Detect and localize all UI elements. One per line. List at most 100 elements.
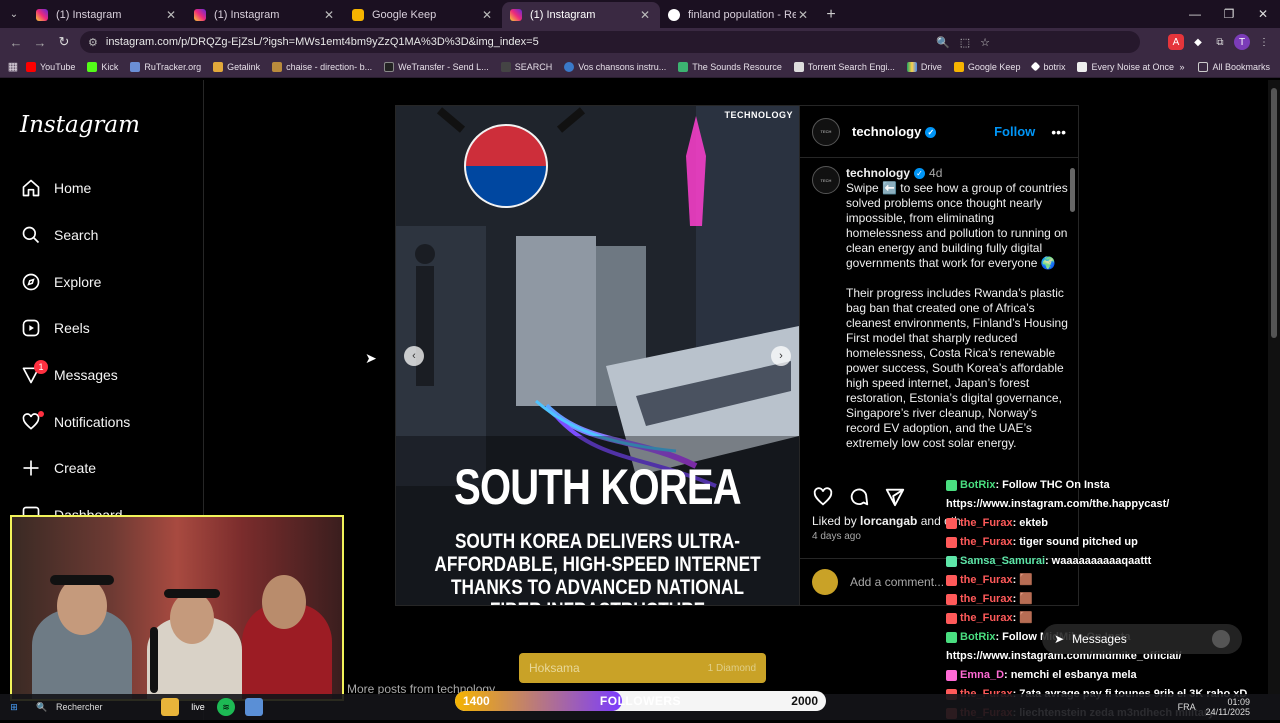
carousel-next-icon[interactable]: › [771, 346, 791, 366]
bookmarks-overflow-icon[interactable]: » [1179, 62, 1184, 72]
bookmark-star-icon[interactable]: ☆ [980, 36, 990, 49]
page-scrollbar-thumb[interactable] [1271, 88, 1277, 338]
follow-button[interactable]: Follow [994, 124, 1035, 139]
plus-icon [20, 457, 42, 479]
chat-username: the_Furax [960, 517, 1013, 529]
sidebar-item-label: Reels [54, 320, 90, 336]
bookmark-label: Drive [920, 61, 942, 72]
taskbar-time[interactable]: 01:09 [1227, 697, 1250, 707]
close-icon[interactable]: ✕ [796, 8, 810, 22]
sidebar-item-explore[interactable]: Explore [20, 268, 101, 296]
taskbar-date[interactable]: 24/11/2025 [1206, 707, 1250, 717]
tab-search-icon[interactable]: ⌄ [0, 0, 28, 28]
liked-by-user[interactable]: lorcangab [860, 514, 917, 528]
bookmark-kick[interactable]: Kick [87, 61, 118, 72]
comment-input[interactable]: Add a comment... [850, 575, 944, 589]
new-tab-button[interactable]: + [818, 2, 844, 28]
extension-diamond-icon[interactable]: ◆ [1190, 34, 1206, 50]
live-app-icon[interactable]: live [189, 698, 207, 716]
tab-google-keep[interactable]: Google Keep ✕ [344, 2, 502, 28]
bookmark-botrix[interactable]: botrix [1031, 62, 1065, 72]
headphones-icon [50, 575, 114, 585]
close-icon[interactable]: ✕ [480, 8, 494, 22]
messages-float-button[interactable]: ➤ Messages [1042, 624, 1242, 654]
bookmark-google-keep[interactable]: Google Keep [953, 61, 1020, 72]
sidebar-item-notifications[interactable]: Notifications [20, 408, 130, 436]
bookmark-chaise[interactable]: chaise - direction- b... [272, 61, 372, 72]
extensions-icon[interactable]: ⧉ [1212, 34, 1228, 50]
avatar[interactable]: TECH [812, 166, 840, 194]
post-image[interactable]: TECHNOLOGY SOUTH KOREA SOUTH KOREA DELIV… [396, 106, 799, 605]
close-window-icon[interactable]: ✕ [1246, 0, 1280, 28]
spotify-icon[interactable]: ≋ [217, 698, 235, 716]
comment-icon[interactable] [848, 486, 870, 508]
all-bookmarks-button[interactable]: All Bookmarks [1198, 62, 1270, 72]
browser-tab-bar: ⌄ (1) Instagram ✕ (1) Instagram ✕ Google… [0, 0, 1280, 28]
bookmark-getalink[interactable]: Getalink [213, 61, 260, 72]
address-bar[interactable]: ⚙ instagram.com/p/DRQZg-EjZsL/?igsh=MWs1… [80, 31, 1140, 53]
tab-instagram-2[interactable]: (1) Instagram ✕ [186, 2, 344, 28]
windows-start-icon[interactable]: ⊞ [5, 698, 23, 716]
bookmark-every-noise[interactable]: Every Noise at Once [1077, 61, 1174, 72]
back-icon[interactable]: ← [4, 35, 28, 50]
forward-icon[interactable]: → [28, 35, 52, 50]
minimize-icon[interactable]: — [1178, 0, 1212, 28]
restore-icon[interactable]: ❐ [1212, 0, 1246, 28]
share-icon[interactable] [884, 486, 906, 508]
caption: TECH technology ✓ 4d Swipe ⬅️ to see how a … [812, 166, 1070, 466]
bookmark-rutracker[interactable]: RuTracker.org [130, 61, 201, 72]
bookmark-search[interactable]: SEARCH [500, 61, 552, 72]
bookmark-drive[interactable]: Drive [906, 61, 942, 72]
tab-instagram-1[interactable]: (1) Instagram ✕ [28, 2, 186, 28]
avatar[interactable]: TECH [812, 117, 840, 146]
username-text: technology [852, 124, 922, 139]
close-icon[interactable]: ✕ [322, 8, 336, 22]
file-explorer-icon[interactable] [161, 698, 179, 716]
tab-instagram-active[interactable]: (1) Instagram ✕ [502, 2, 660, 28]
taskbar-language[interactable]: FRA [1178, 702, 1196, 712]
adblock-extension-icon[interactable]: A [1168, 34, 1184, 50]
chat-badge-icon [946, 537, 957, 548]
close-icon[interactable]: ✕ [638, 8, 652, 22]
close-icon[interactable]: ✕ [164, 8, 178, 22]
bookmark-wetransfer[interactable]: WeTransfer - Send L... [384, 61, 489, 72]
chat-message: Samsa_Samurai : waaaaaaaaaaqaattt [946, 552, 1276, 571]
profile-avatar[interactable]: T [1234, 34, 1250, 50]
reload-icon[interactable]: ↻ [52, 34, 76, 50]
sidebar-item-messages[interactable]: 1 Messages [20, 360, 118, 389]
chat-link[interactable]: https://www.instagram.com/the.happycast/ [946, 495, 1169, 514]
taskbar-search-input[interactable]: Rechercher [56, 702, 156, 712]
drive-icon [906, 61, 917, 72]
tab-title: (1) Instagram [56, 9, 122, 21]
install-icon[interactable]: ⬚ [960, 36, 970, 49]
post-username[interactable]: technology ✓ [852, 124, 937, 139]
site-info-icon[interactable]: ⚙ [88, 36, 98, 49]
bookmark-youtube[interactable]: YouTube [26, 61, 75, 72]
more-options-icon[interactable]: ••• [1051, 124, 1066, 140]
chat-text: 🟫 [1019, 593, 1033, 605]
apps-grid-icon[interactable]: ▦ [0, 60, 26, 73]
zoom-icon[interactable]: 🔍 [936, 36, 950, 49]
menu-kebab-icon[interactable]: ⋮ [1256, 34, 1272, 50]
like-heart-icon[interactable] [812, 486, 834, 508]
bookmark-chansons[interactable]: Vos chansons instru... [564, 61, 666, 72]
page-icon [1077, 61, 1088, 72]
caption-scrollbar[interactable] [1070, 160, 1075, 472]
caption-username[interactable]: technology [846, 166, 910, 180]
sidebar-item-search[interactable]: Search [20, 221, 98, 249]
headphones-icon [164, 589, 220, 598]
tab-finland-search[interactable]: finland population - Recherche ✕ [660, 2, 818, 28]
chat-separator: : [1004, 669, 1008, 681]
webcam-head-middle [170, 592, 214, 644]
photos-icon[interactable] [245, 698, 263, 716]
sidebar-item-reels[interactable]: Reels [20, 314, 90, 342]
bookmark-sounds-resource[interactable]: The Sounds Resource [678, 61, 782, 72]
search-icon[interactable]: 🔍 [33, 698, 51, 716]
sidebar-item-home[interactable]: Home [20, 174, 91, 202]
sidebar-item-create[interactable]: Create [20, 454, 96, 482]
rutracker-icon [130, 61, 141, 72]
carousel-prev-icon[interactable]: ‹ [404, 346, 424, 366]
scrollbar-thumb[interactable] [1070, 168, 1075, 212]
instagram-logo[interactable]: Instagram [20, 112, 140, 138]
bookmark-torrent[interactable]: Torrent Search Engi... [793, 61, 895, 72]
